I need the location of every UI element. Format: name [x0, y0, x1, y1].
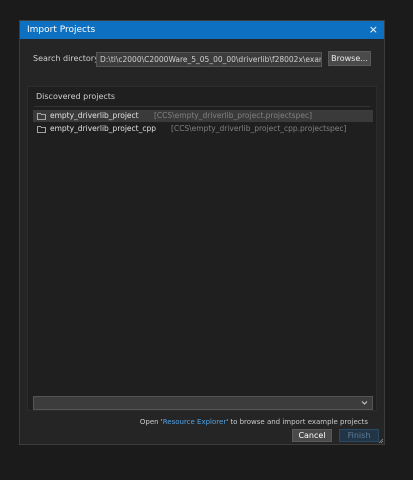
resize-grip-icon[interactable] [378, 438, 384, 444]
hint-suffix: ' to browse and import example projects [226, 418, 368, 426]
discovered-projects-panel: Discovered projects empty_driverlib_proj… [27, 86, 377, 426]
close-icon[interactable]: × [369, 21, 378, 39]
project-name: empty_driverlib_project [50, 111, 139, 120]
search-directory-input[interactable]: D:\ti\c2000\C2000Ware_5_05_00_00\driverl… [96, 52, 322, 67]
divider [34, 106, 370, 107]
project-list-item[interactable]: empty_driverlib_project [CCS\empty_drive… [33, 110, 373, 122]
project-list-item[interactable]: empty_driverlib_project_cpp [CCS\empty_d… [33, 123, 373, 135]
import-projects-dialog: Import Projects × Search directory D:\ti… [19, 20, 385, 445]
resource-explorer-hint: Open 'Resource Explorer' to browse and i… [140, 418, 368, 426]
project-filter-select[interactable] [33, 396, 373, 410]
search-directory-label: Search directory [33, 54, 99, 63]
resource-explorer-link[interactable]: Resource Explorer [163, 418, 226, 426]
project-name: empty_driverlib_project_cpp [50, 124, 156, 133]
cancel-button[interactable]: Cancel [292, 429, 332, 442]
discovered-projects-title: Discovered projects [36, 92, 116, 101]
finish-button[interactable]: Finish [339, 429, 379, 442]
project-spec-path: [CCS\empty_driverlib_project_cpp.project… [171, 124, 347, 133]
dialog-titlebar: Import Projects × [20, 21, 384, 39]
browse-button[interactable]: Browse... [328, 51, 371, 66]
folder-icon [37, 126, 46, 133]
dialog-title: Import Projects [27, 25, 96, 35]
folder-icon [37, 113, 46, 120]
hint-prefix: Open ' [139, 418, 163, 426]
project-spec-path: [CCS\empty_driverlib_project.projectspec… [154, 111, 313, 120]
chevron-down-icon [361, 401, 368, 405]
